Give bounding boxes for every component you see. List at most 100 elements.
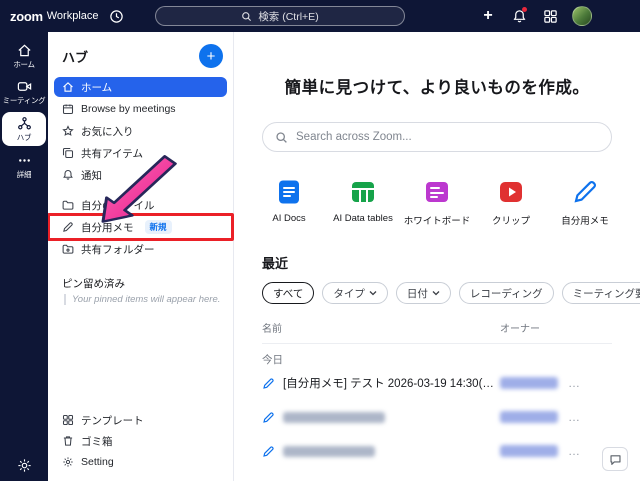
more-icon (17, 153, 32, 168)
zoom-logo-text: zoom (10, 8, 43, 24)
search-input[interactable] (296, 131, 599, 143)
left-rail: ホーム ミーティング ハブ 詳細 (0, 32, 48, 481)
rail-item-home[interactable]: ホーム (2, 40, 46, 72)
app-clips[interactable]: クリップ (478, 178, 544, 227)
rail-item-label: ミーティング (2, 95, 46, 105)
zoom-search-bar (262, 122, 612, 152)
column-owner[interactable]: オーナー (500, 320, 612, 335)
sidebar-item-label: 自分のファイル (81, 199, 155, 212)
sidebar-item-label: ゴミ箱 (81, 435, 113, 448)
sidebar-divider-space (48, 186, 233, 194)
table-row[interactable]: … (262, 434, 612, 468)
notifications-bell-icon[interactable] (510, 7, 528, 25)
sidebar-item-shared-items[interactable]: 共有アイテム (54, 143, 227, 163)
filter-recordings[interactable]: レコーディング (458, 282, 554, 304)
workplace-logo-text: Workplace (46, 10, 99, 22)
search-icon (275, 131, 288, 144)
sidebar-item-label: Browse by meetings (81, 103, 176, 115)
chevron-down-icon (369, 290, 377, 296)
app-ai-docs[interactable]: AI Docs (256, 178, 322, 227)
rail-item-meetings[interactable]: ミーティング (2, 76, 46, 108)
rail-item-label: 詳細 (16, 169, 32, 179)
app-label: AI Data tables (333, 213, 393, 224)
chat-bubble-icon (609, 453, 622, 466)
trash-icon (62, 435, 74, 447)
sidebar-item-favorites[interactable]: お気に入り (54, 121, 227, 141)
ai-data-tables-icon (349, 178, 377, 206)
add-icon[interactable]: + (479, 7, 497, 25)
star-icon (62, 125, 74, 137)
row-title: [自分用メモ] テスト 2026-03-19 14:30(GMT+9:... (283, 378, 500, 390)
add-new-button[interactable]: + (199, 44, 223, 68)
hub-sidebar: ハブ + ホーム Browse by meetings お気に入り 共有アイテム… (47, 32, 234, 481)
table-row[interactable]: [自分用メモ] テスト 2026-03-19 14:30(GMT+9:... … (262, 366, 612, 400)
home-icon (17, 43, 32, 58)
sidebar-item-label: お気に入り (81, 125, 134, 138)
sidebar-item-label: 共有フォルダー (81, 243, 155, 256)
column-name[interactable]: 名前 (262, 320, 500, 335)
table-header: 名前 オーナー (262, 320, 612, 344)
sidebar-item-label: 共有アイテム (81, 147, 143, 160)
app-whiteboard[interactable]: ホワイトボード (404, 178, 470, 227)
annotation-box (47, 213, 234, 241)
meetings-icon (17, 79, 32, 94)
notification-dot (522, 7, 527, 12)
shared-items-icon (62, 147, 74, 159)
sidebar-item-trash[interactable]: ゴミ箱 (54, 431, 227, 451)
sidebar-item-my-notes[interactable]: 自分用メモ 新規 (47, 213, 234, 241)
sidebar-item-browse-by-meetings[interactable]: Browse by meetings (54, 99, 227, 119)
filter-all[interactable]: すべて (262, 282, 315, 304)
rail-settings-gear-icon[interactable] (0, 458, 48, 473)
sidebar-item-my-files[interactable]: 自分のファイル (54, 195, 227, 215)
recent-section-title: 最近 (262, 256, 289, 271)
app-label: クリップ (491, 216, 530, 227)
sidebar-item-notifications[interactable]: 通知 (54, 165, 227, 185)
owner-blurred (500, 445, 558, 457)
pencil-icon (262, 377, 275, 390)
rail-item-more[interactable]: 詳細 (2, 150, 46, 182)
search-icon (241, 11, 252, 22)
apps-icon[interactable] (541, 7, 559, 25)
app-label: 自分用メモ (561, 216, 609, 227)
app-ai-data-tables[interactable]: AI Data tables (330, 178, 396, 227)
filter-meeting-summary[interactable]: ミーティング要約 (561, 282, 640, 304)
app-label: AI Docs (272, 213, 306, 224)
app-my-notes[interactable]: 自分用メモ (552, 178, 618, 227)
row-title-blurred (283, 411, 385, 423)
sidebar-item-label: Setting (81, 456, 114, 468)
filter-type[interactable]: タイプ (322, 282, 388, 304)
filter-date[interactable]: 日付 (395, 282, 451, 304)
my-notes-pencil-icon (571, 178, 599, 206)
zoom-logo: zoom Workplace (10, 0, 99, 32)
zoom-workplace-window: zoom Workplace 検索 (Ctrl+E) + ホーム ミーティング … (0, 0, 640, 481)
sidebar-bottom: テンプレート ゴミ箱 Setting (48, 409, 233, 481)
sidebar-item-label: 通知 (81, 169, 102, 182)
rail-item-hub[interactable]: ハブ (2, 112, 46, 146)
pinned-section-title: ピン留め済み (62, 277, 125, 290)
home-icon (62, 81, 74, 93)
sidebar-item-templates[interactable]: テンプレート (54, 410, 227, 430)
avatar[interactable] (572, 6, 592, 26)
apps-row: AI Docs AI Data tables ホワイトボード クリップ 自分用メ… (234, 178, 640, 227)
clips-icon (497, 178, 525, 206)
pencil-icon (62, 221, 74, 233)
table-row[interactable]: … (262, 400, 612, 434)
sidebar-item-home[interactable]: ホーム (54, 77, 227, 97)
global-search[interactable]: 検索 (Ctrl+E) (155, 6, 405, 26)
row-more-icon[interactable]: … (568, 444, 581, 458)
sidebar-header: ハブ + (48, 32, 233, 76)
hero-heading: 簡単に見つけて、より良いものを作成。 (284, 79, 590, 97)
feedback-chat-button[interactable] (602, 447, 628, 471)
pinned-empty-text: Your pinned items will appear here. (64, 294, 223, 305)
owner-blurred (500, 377, 558, 389)
table-group-today: 今日 (262, 353, 283, 366)
sidebar-item-setting[interactable]: Setting (54, 452, 227, 472)
row-more-icon[interactable]: … (568, 410, 581, 424)
topbar: zoom Workplace 検索 (Ctrl+E) + (0, 0, 640, 32)
sidebar-item-shared-folders[interactable]: 共有フォルダー (54, 239, 227, 259)
sidebar-item-label: テンプレート (81, 414, 144, 427)
row-title-blurred (283, 445, 375, 457)
row-more-icon[interactable]: … (568, 376, 581, 390)
app-label: ホワイトボード (403, 216, 471, 227)
history-icon[interactable] (106, 6, 126, 26)
